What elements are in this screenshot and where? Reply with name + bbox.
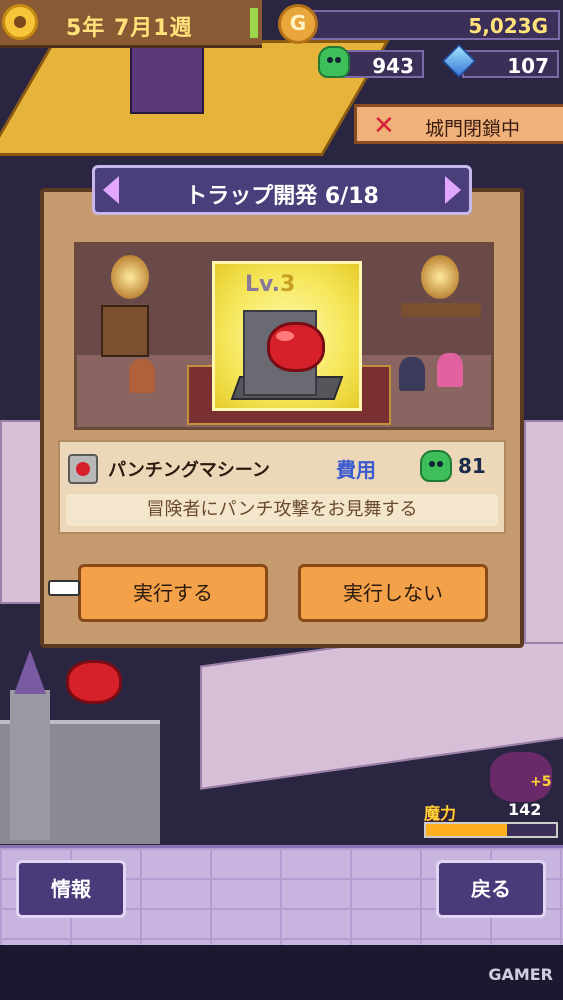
dialog-title-bar: トラップ開発 6/18 [92,165,472,215]
castle-spire [14,650,46,694]
date-panel: 5年 7月1週 [0,0,262,48]
sunflower-icon [2,4,38,40]
gold-value: 5,023G [468,14,548,38]
trap-dialog: Lv.3 パンチングマシーン 費用 81 冒険者にパンチ攻撃をお見舞する 実行す… [40,188,524,648]
punch-trap-icon [68,454,98,484]
adventurer-sprite [129,359,155,393]
trap-level-card: Lv.3 [212,261,362,411]
crystal-box: 107 [462,50,559,78]
castle-tower [10,690,50,840]
boxing-glove-icon [267,322,325,372]
cost-slime-icon [420,450,452,482]
season-indicator [250,8,258,38]
door-icon [101,305,149,357]
trap-name: パンチングマシーン [108,460,270,481]
slime-resource: 943 [318,46,424,80]
slime-icon [318,46,350,78]
throne [130,40,204,114]
lamp-icon [111,255,149,299]
pointer-hand-icon [48,580,80,596]
demon-sprite [399,357,425,391]
gate-status-label: 城門閉鎖中 [425,118,521,140]
dungeon-floor-right [524,420,563,644]
confirm-button[interactable]: 実行する [78,564,268,622]
date-text: 5年 7月1週 [66,16,193,41]
cancel-button[interactable]: 実行しない [298,564,488,622]
slime-count: 943 [372,54,414,78]
trap-info-panel: パンチングマシーン 費用 81 冒険者にパンチ攻撃をお見舞する [58,440,506,534]
info-button[interactable]: 情報 [16,860,126,918]
watermark-text: GAMER [488,965,553,984]
trap-description: 冒険者にパンチ攻撃をお見舞する [66,494,498,526]
level-badge: Lv.3 [245,272,296,297]
back-button[interactable]: 戻る [436,860,546,918]
dialog-title: トラップ開発 6/18 [185,184,379,209]
mana-bar [424,822,558,838]
trap-preview: Lv.3 [74,242,494,430]
coin-icon: G [278,4,318,44]
game-scene: 5年 7月1週 5,023G G 943 107 ✕ 城門閉鎖中 Lv.3 パン… [0,0,563,1000]
gate-status-button[interactable]: ✕ 城門閉鎖中 [354,104,563,144]
girl-sprite [437,353,463,387]
crystal-resource: 107 [442,44,559,80]
cost-label: 費用 [336,458,376,482]
punch-trap-placed [66,660,122,704]
gold-panel: 5,023G G [278,4,560,44]
next-arrow-icon[interactable] [445,176,461,204]
mana-label: 魔力 [424,804,457,823]
shelf [401,303,481,317]
lamp-icon [421,255,459,299]
mana-delta: +5 [530,774,552,790]
cost-value: 81 [458,454,486,478]
mana-bar-fill [426,824,507,836]
cross-icon: ✕ [373,111,395,141]
mana-value: 142 [508,800,542,819]
footer: GAMER [0,945,563,1000]
gold-box: 5,023G [308,10,560,40]
crystal-count: 107 [507,54,549,78]
